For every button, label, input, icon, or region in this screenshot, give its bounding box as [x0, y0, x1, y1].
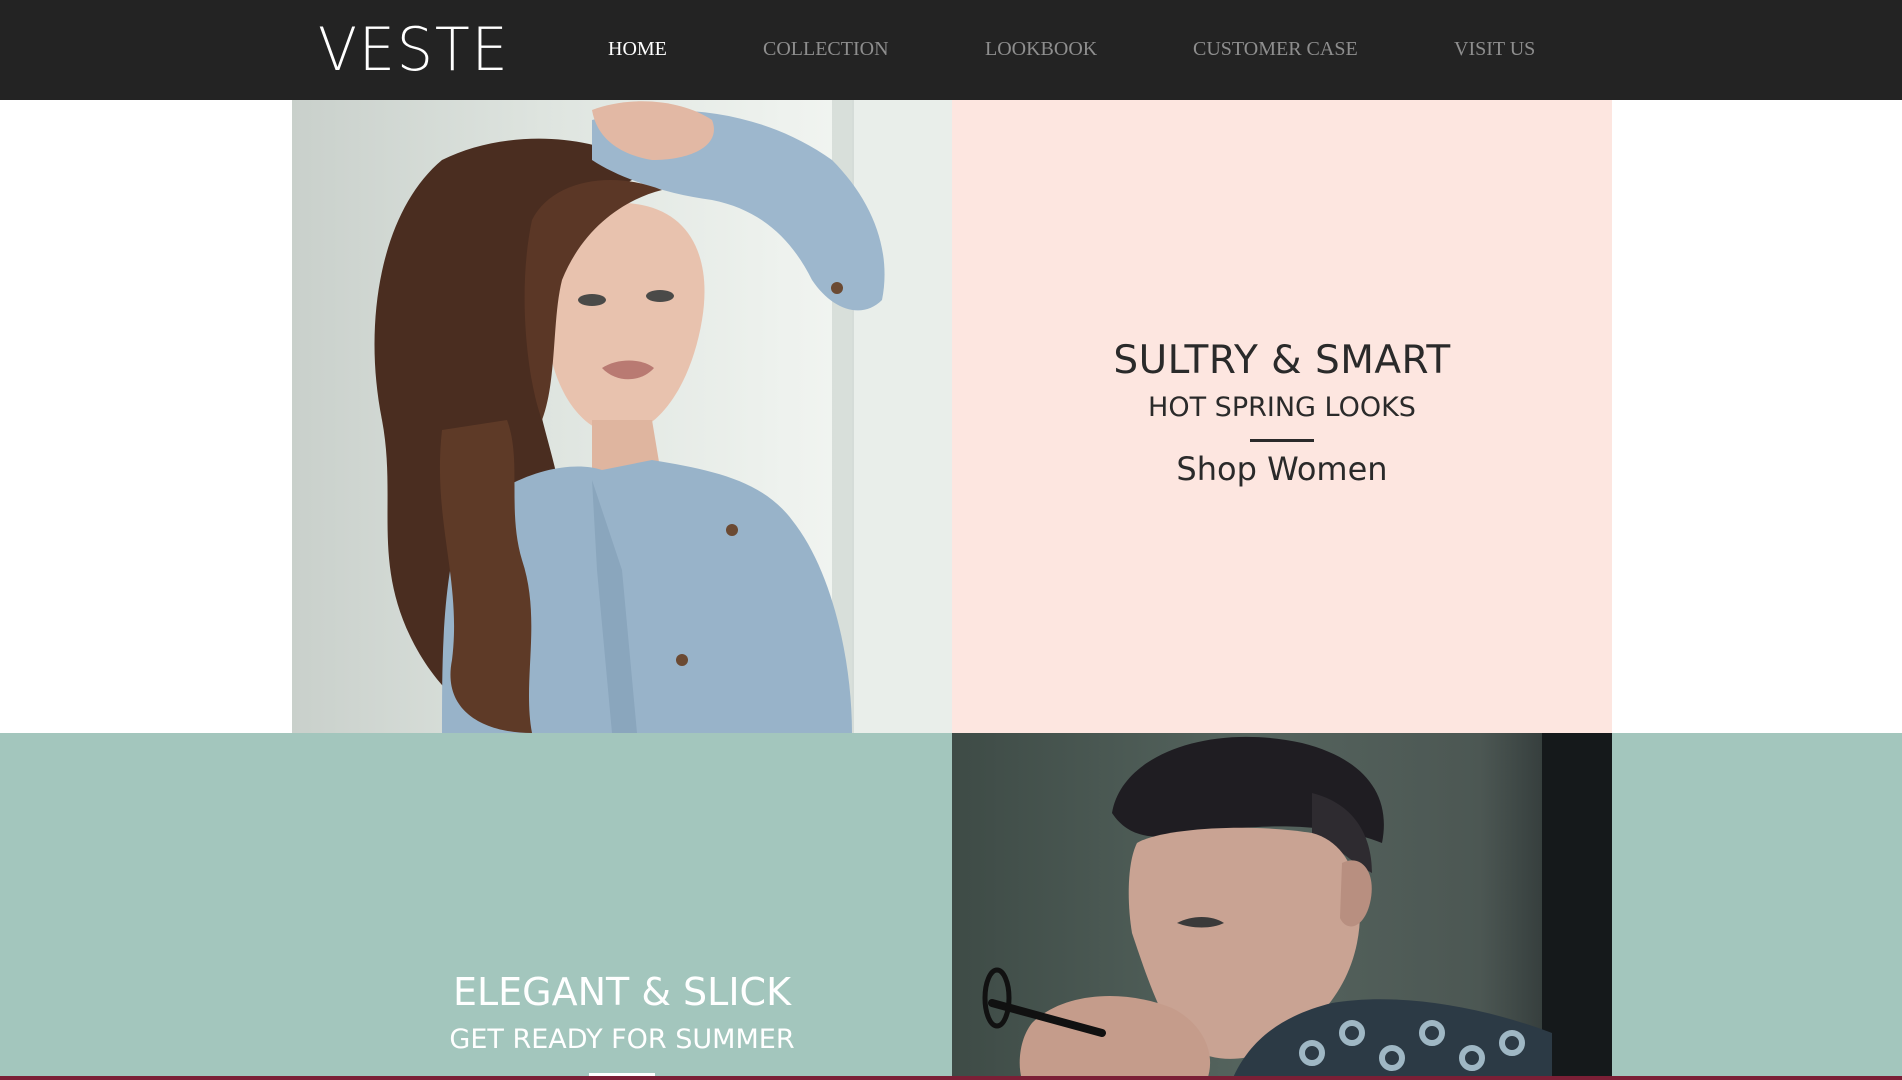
nav-item-collection[interactable]: COLLECTION — [763, 38, 889, 61]
man-model-photo — [952, 733, 1612, 1080]
nav-item-lookbook[interactable]: LOOKBOOK — [985, 38, 1097, 61]
woman-model-photo — [292, 100, 952, 733]
women-promo-title: SULTRY & SMART — [1113, 338, 1451, 383]
men-promo-title: ELEGANT & SLICK — [452, 970, 791, 1014]
bottom-accent-line — [0, 1076, 1902, 1080]
site-logo[interactable]: VESTE — [318, 14, 510, 86]
shop-women-link[interactable]: Shop Women — [952, 450, 1612, 488]
women-promo-subtitle: HOT SPRING LOOKS — [1148, 392, 1416, 423]
site-header: VESTE HOME COLLECTION LOOKBOOK CUSTOMER … — [0, 0, 1902, 100]
nav-item-customer-case[interactable]: CUSTOMER CASE — [1193, 38, 1358, 61]
men-promo-subtitle: GET READY FOR SUMMER — [449, 1024, 795, 1055]
nav-item-visit-us[interactable]: VISIT US — [1454, 38, 1535, 61]
nav-item-home[interactable]: HOME — [608, 38, 667, 61]
women-promo-panel: SULTRY & SMART HOT SPRING LOOKS Shop Wom… — [952, 100, 1612, 733]
women-promo-divider — [1250, 439, 1314, 442]
